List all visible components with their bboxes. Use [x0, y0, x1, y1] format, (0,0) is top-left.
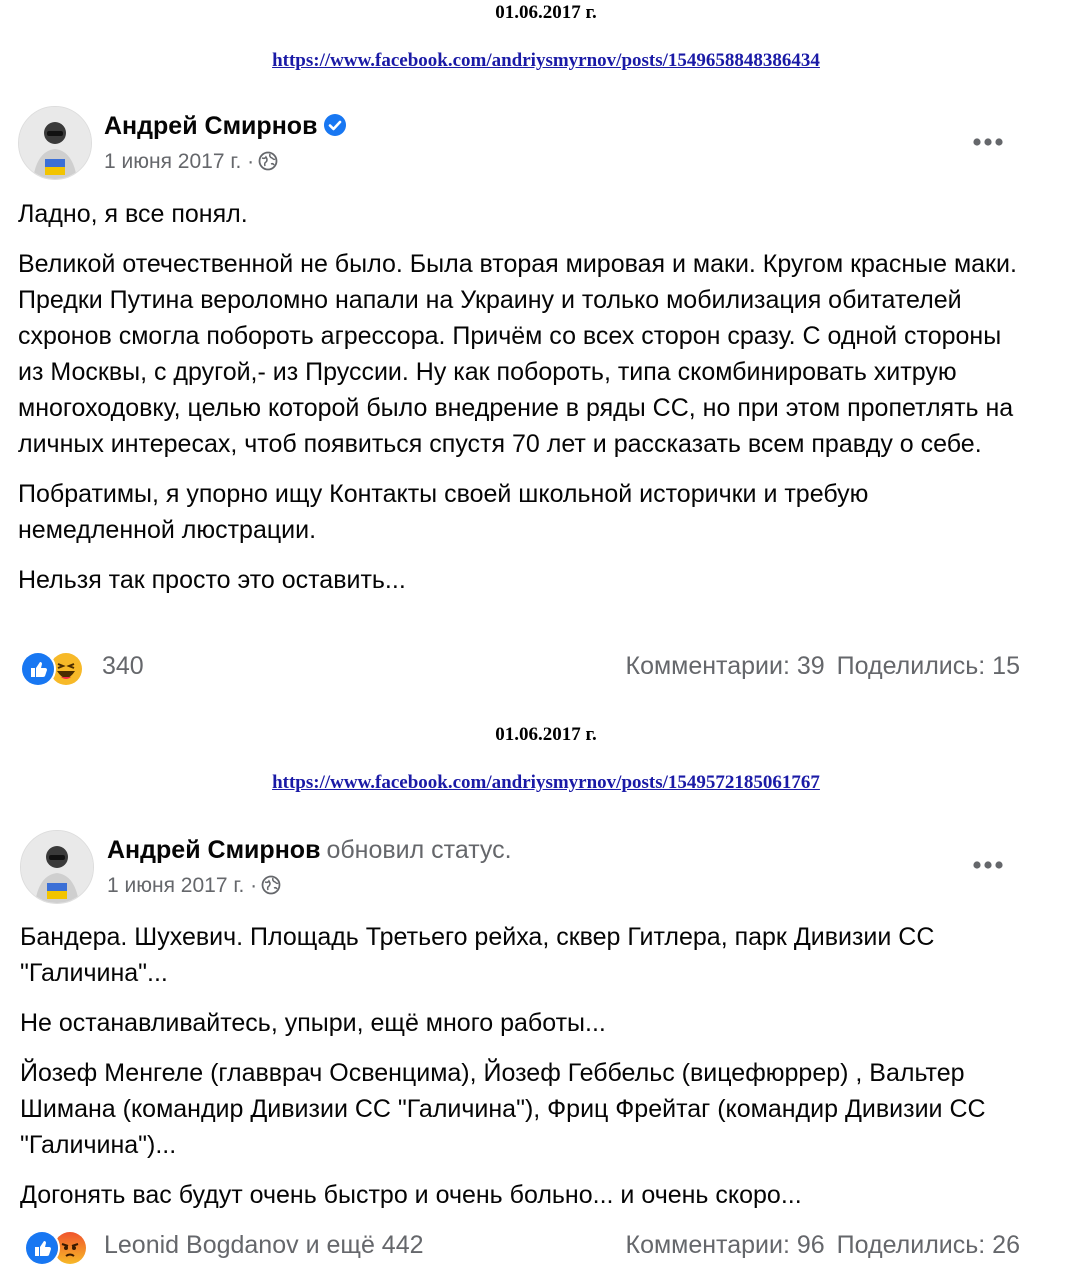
- like-icon: [20, 651, 56, 687]
- post-paragraph: Побратимы, я упорно ищу Контакты своей ш…: [18, 480, 869, 544]
- meta-separator: ·: [247, 150, 255, 173]
- comments-count[interactable]: Комментарии: 39: [626, 652, 825, 680]
- shares-count[interactable]: Поделились: 26: [837, 1231, 1020, 1259]
- post-stats: Комментарии: 96 Поделились: 26: [626, 1231, 1021, 1260]
- avatar[interactable]: [18, 106, 92, 180]
- post-paragraph: Нельзя так просто это оставить...: [18, 566, 406, 594]
- reactions-count[interactable]: 340: [102, 652, 144, 681]
- post-paragraph: Великой отечественной не было. Была втор…: [18, 250, 1017, 458]
- post-body: Бандера. Шухевич. Площадь Третьего рейха…: [20, 919, 1000, 1227]
- reaction-icons[interactable]: [24, 1230, 88, 1266]
- status-update-text: обновил статус.: [326, 836, 512, 864]
- author-line: Андрей Смирнов: [104, 112, 347, 141]
- shares-count[interactable]: Поделились: 15: [837, 652, 1020, 680]
- comments-count[interactable]: Комментарии: 96: [626, 1231, 825, 1259]
- globe-icon: [261, 875, 281, 895]
- post-paragraph: Йозеф Менгеле (главврач Освенцима), Йозе…: [20, 1059, 986, 1159]
- post-paragraph: Ладно, я все понял.: [18, 200, 248, 228]
- avatar[interactable]: [20, 830, 94, 904]
- post-paragraph: Не останавливайтесь, упыри, ещё много ра…: [20, 1009, 606, 1037]
- author-name[interactable]: Андрей Смирнов: [104, 112, 317, 140]
- meta-separator: ·: [250, 874, 258, 897]
- author-name[interactable]: Андрей Смирнов: [107, 836, 320, 864]
- post-meta: 1 июня 2017 г. ·: [104, 150, 278, 174]
- reaction-icons[interactable]: [20, 651, 84, 687]
- more-options-icon[interactable]: [972, 857, 1004, 869]
- post-date: 01.06.2017 г.: [495, 2, 597, 23]
- author-line: Андрей Смирнов обновил статус.: [107, 836, 512, 865]
- post-date: 01.06.2017 г.: [495, 724, 597, 745]
- more-options-icon[interactable]: [972, 134, 1004, 146]
- verified-badge-icon: [323, 113, 347, 137]
- reactions-names[interactable]: Leonid Bogdanov и ещё 442: [104, 1231, 424, 1260]
- post-url-link[interactable]: https://www.facebook.com/andriysmyrnov/p…: [0, 772, 1092, 794]
- post-timestamp[interactable]: 1 июня 2017 г.: [104, 150, 241, 173]
- post-url-link[interactable]: https://www.facebook.com/andriysmyrnov/p…: [0, 50, 1092, 72]
- post-timestamp[interactable]: 1 июня 2017 г.: [107, 874, 244, 897]
- post-stats: Комментарии: 39 Поделились: 15: [626, 652, 1021, 681]
- globe-icon: [258, 151, 278, 171]
- post-paragraph: Бандера. Шухевич. Площадь Третьего рейха…: [20, 923, 935, 987]
- like-icon: [24, 1230, 60, 1266]
- post-meta: 1 июня 2017 г. ·: [107, 874, 281, 898]
- post-body: Ладно, я все понял. Великой отечественно…: [18, 196, 1018, 612]
- post-paragraph: Догонять вас будут очень быстро и очень …: [20, 1181, 802, 1209]
